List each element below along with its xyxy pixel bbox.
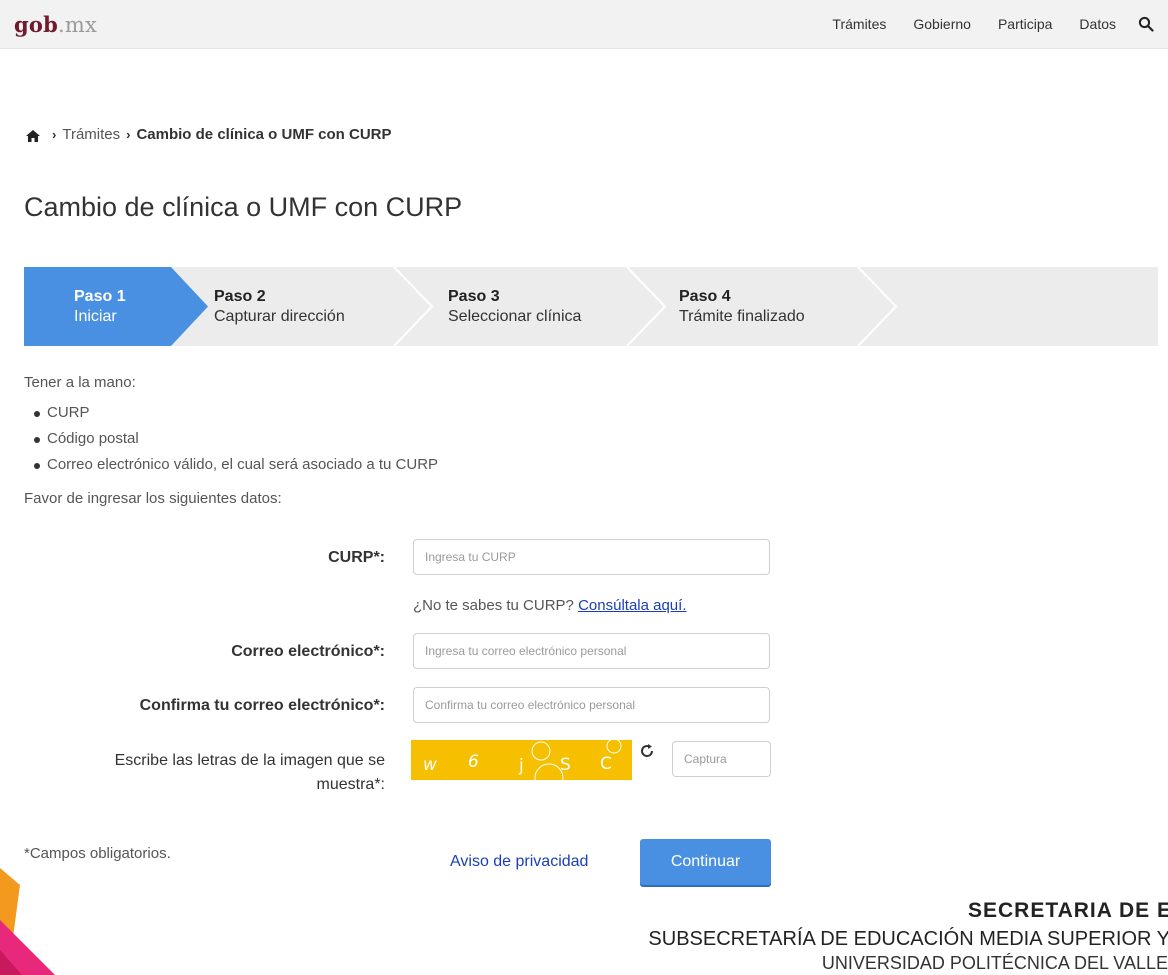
curp-lookup-link[interactable]: Consúltala aquí. [578, 597, 686, 614]
captcha-char: j [518, 756, 524, 776]
captcha-input[interactable] [672, 741, 771, 777]
captcha-label: Escribe las letras de la imagen que se m… [114, 752, 385, 793]
list-item: Correo electrónico válido, el cual será … [34, 452, 438, 478]
step-1: Paso 1 Iniciar [74, 288, 126, 325]
confirm-email-label: Confirma tu correo electrónico*: [139, 697, 385, 714]
captcha-char: 6 [468, 752, 479, 772]
privacy-notice-link[interactable]: Aviso de privacidad [450, 853, 588, 871]
email-input[interactable] [413, 633, 770, 669]
search-icon[interactable] [1138, 16, 1154, 32]
org-line-1: SECRETARIA DE E [967, 899, 1168, 922]
requirements-list: CURP Código postal Correo electrónico vá… [34, 400, 438, 478]
captcha-image: w 6 j S C [411, 740, 632, 780]
decorative-shape [0, 868, 55, 975]
breadcrumb-separator: › [126, 127, 131, 142]
top-navbar: gob.mx Trámites Gobierno Participa Datos [0, 0, 1168, 49]
refresh-icon[interactable] [640, 744, 654, 758]
form-instructions: Favor de ingresar los siguientes datos: [24, 490, 282, 507]
continue-button[interactable]: Continuar [640, 839, 771, 885]
step-2: Paso 2 Capturar dirección [214, 288, 345, 325]
breadcrumb-current: Cambio de clínica o UMF con CURP [136, 126, 392, 143]
nav-gobierno[interactable]: Gobierno [913, 16, 971, 32]
nav-tramites[interactable]: Trámites [832, 16, 886, 32]
org-line-2: SUBSECRETARÍA DE EDUCACIÓN MEDIA SUPERIO… [648, 928, 1168, 950]
progress-stepper: Paso 1 Iniciar Paso 2 Capturar dirección… [24, 267, 1158, 346]
list-item: CURP [34, 400, 438, 426]
nav-participa[interactable]: Participa [998, 16, 1052, 32]
breadcrumb-tramites[interactable]: Trámites [62, 126, 120, 143]
list-item: Código postal [34, 426, 438, 452]
nav-datos[interactable]: Datos [1079, 16, 1116, 32]
confirm-email-input[interactable] [413, 687, 770, 723]
breadcrumb-separator: › [52, 127, 57, 142]
email-label: Correo electrónico*: [231, 643, 385, 660]
step-4: Paso 4 Trámite finalizado [679, 288, 805, 325]
breadcrumb: › Trámites › Cambio de clínica o UMF con… [26, 126, 392, 143]
captcha-char: w [423, 755, 437, 775]
captcha-char: C [600, 754, 612, 774]
requirements-intro: Tener a la mano: [24, 374, 136, 391]
org-line-3: UNIVERSIDAD POLITÉCNICA DEL VALLE [821, 953, 1168, 973]
curp-input[interactable] [413, 539, 770, 575]
page-title: Cambio de clínica o UMF con CURP [24, 192, 463, 222]
curp-hint: ¿No te sabes tu CURP? Consúltala aquí. [413, 597, 687, 614]
stepper-background [24, 267, 898, 346]
home-icon[interactable] [26, 129, 40, 142]
gobmx-logo[interactable]: gob.mx [14, 12, 97, 37]
main-nav: Trámites Gobierno Participa Datos [805, 16, 1154, 32]
step-3: Paso 3 Seleccionar clínica [448, 288, 582, 325]
curp-label: CURP*: [328, 549, 385, 566]
